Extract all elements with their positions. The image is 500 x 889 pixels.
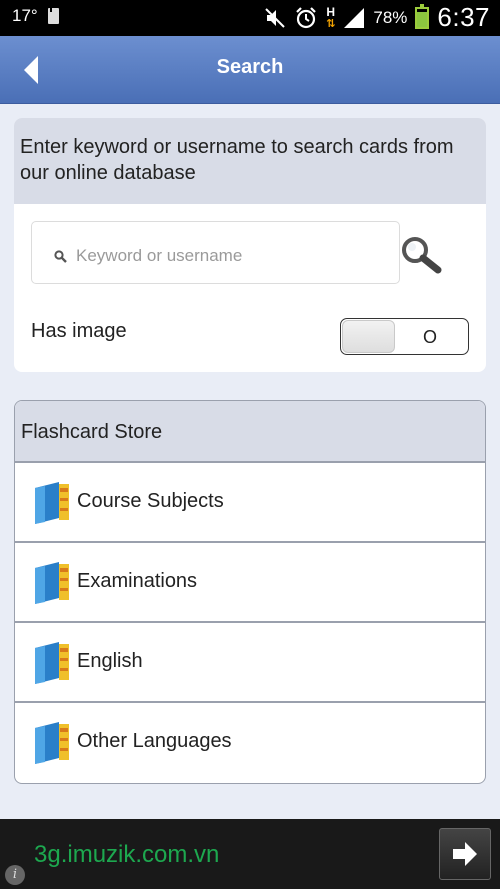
app-header: Search: [0, 36, 500, 104]
info-icon[interactable]: i: [5, 865, 25, 885]
book-icon: [35, 562, 69, 604]
toggle-knob[interactable]: [342, 320, 395, 353]
data-arrows-icon: H ⇅: [326, 4, 336, 30]
store-item-label: English: [77, 650, 143, 672]
store-title: Flashcard Store: [15, 401, 485, 463]
book-icon: [35, 642, 69, 684]
page-title: Search: [216, 56, 284, 78]
search-panel: Enter keyword or username to search card…: [14, 118, 486, 372]
temperature-text: 17°: [12, 6, 38, 25]
store-item-label: Course Subjects: [77, 490, 224, 512]
search-description: Enter keyword or username to search card…: [14, 118, 486, 204]
has-image-toggle[interactable]: O: [340, 318, 469, 355]
signal-icon: [344, 7, 365, 28]
book-icon: [35, 482, 69, 524]
search-icon: [54, 250, 67, 263]
flashcard-store-panel: Flashcard Store Course Subjects Examinat…: [14, 400, 486, 784]
alarm-icon: [296, 6, 316, 28]
store-item-english[interactable]: English: [15, 623, 485, 703]
search-placeholder: Keyword or username: [76, 246, 243, 265]
store-item-other-languages[interactable]: Other Languages: [15, 703, 485, 783]
ad-text[interactable]: 3g.imuzik.com.vn: [34, 841, 219, 869]
battery-icon: [415, 3, 430, 29]
store-item-course-subjects[interactable]: Course Subjects: [15, 463, 485, 543]
has-image-label: Has image: [31, 320, 127, 342]
network-type-text: H: [326, 4, 336, 19]
search-input[interactable]: Keyword or username: [31, 221, 400, 284]
clock-time: 6:37: [437, 2, 490, 32]
store-item-examinations[interactable]: Examinations: [15, 543, 485, 623]
store-item-label: Other Languages: [77, 730, 232, 752]
arrow-right-icon: [453, 842, 477, 866]
mute-icon: [265, 7, 285, 28]
battery-percent: 78%: [373, 7, 408, 27]
store-item-label: Examinations: [77, 570, 198, 592]
toggle-state-text: O: [423, 327, 438, 347]
book-icon: [35, 722, 69, 764]
ad-banner[interactable]: 3g.imuzik.com.vn i: [0, 819, 500, 889]
search-button[interactable]: [398, 234, 444, 274]
status-bar: 17° H ⇅ 78% 6:37: [0, 0, 500, 36]
ad-arrow-button[interactable]: [439, 828, 491, 880]
sd-card-icon: [47, 8, 59, 24]
